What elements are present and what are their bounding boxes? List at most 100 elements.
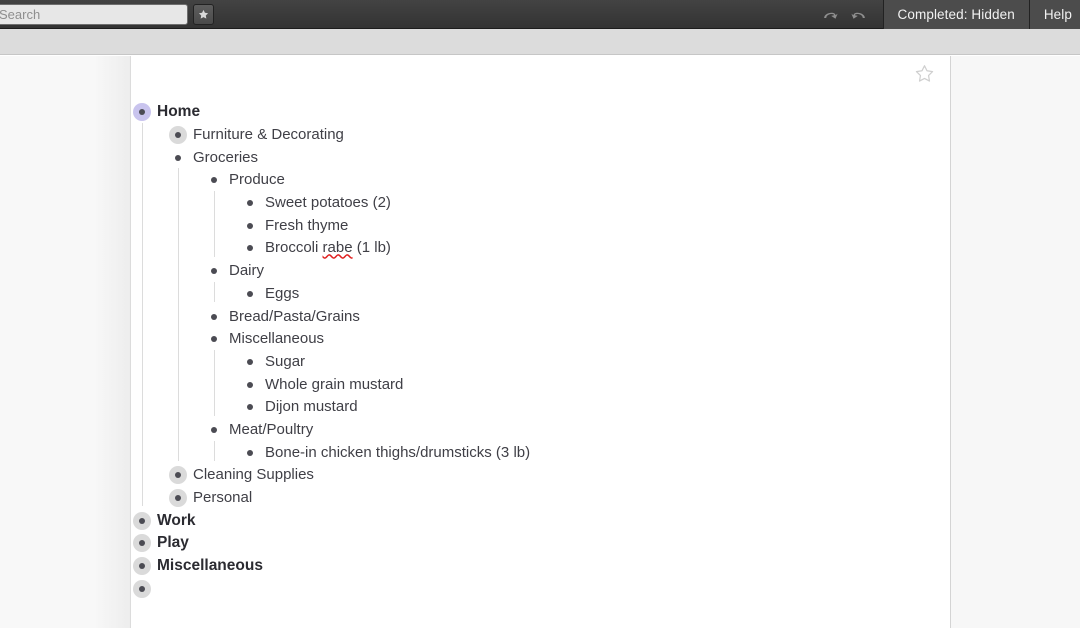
bullet-button[interactable]: [131, 101, 153, 123]
bullet-button[interactable]: [239, 351, 261, 373]
outline-node: Eggs: [239, 283, 950, 306]
outline-row[interactable]: Whole grain mustard: [239, 373, 950, 396]
bullet-button[interactable]: [203, 419, 225, 441]
outline-item-label[interactable]: Produce: [225, 170, 285, 190]
favorite-star-button[interactable]: [914, 63, 936, 85]
bullet-button[interactable]: [167, 487, 189, 509]
outline-row[interactable]: Broccoli rabe (1 lb): [239, 237, 950, 260]
bullet-button[interactable]: [131, 578, 153, 600]
redo-button[interactable]: [849, 5, 869, 25]
bullet-dot-icon: [247, 290, 253, 297]
help-button[interactable]: Help: [1028, 0, 1080, 29]
outline-item-label[interactable]: Miscellaneous: [225, 329, 324, 349]
outline-guide-line: [177, 168, 179, 461]
outline-row[interactable]: Eggs: [239, 283, 950, 306]
outline-item-label[interactable]: Miscellaneous: [153, 556, 263, 576]
bullet-button[interactable]: [131, 532, 153, 554]
outline-item-label[interactable]: Home: [153, 102, 200, 122]
bullet-dot-icon: [247, 381, 253, 388]
bullet-button[interactable]: [131, 510, 153, 532]
outline-item-label[interactable]: Cleaning Supplies: [189, 465, 314, 485]
search-input[interactable]: [0, 4, 188, 25]
bullet-dot-icon: [247, 222, 253, 229]
outline-row[interactable]: [131, 577, 950, 600]
outline-tree: Home Furniture & Decorating Groceries Produ…: [131, 101, 950, 600]
bullet-dot-icon: [247, 449, 253, 456]
outline-row[interactable]: Play: [131, 532, 950, 555]
outline-row[interactable]: Fresh thyme: [239, 214, 950, 237]
outline-node: Home Furniture & Decorating Groceries Produ…: [131, 101, 950, 509]
bullet-dot-icon: [175, 132, 181, 139]
app-root: Completed: Hidden Help Home Furniture & D…: [0, 0, 1080, 628]
outline-item-label[interactable]: Sugar: [261, 352, 305, 372]
outline-node: Miscellaneous: [131, 555, 950, 578]
outline-item-label[interactable]: Dijon mustard: [261, 397, 358, 417]
history-buttons: [811, 0, 883, 29]
outline-row[interactable]: Sugar: [239, 351, 950, 374]
outline-item-label[interactable]: Personal: [189, 488, 252, 508]
outline-row[interactable]: Miscellaneous: [203, 328, 950, 351]
search-area: [0, 4, 214, 25]
completed-visibility-button[interactable]: Completed: Hidden: [882, 0, 1029, 29]
outline-row[interactable]: Work: [131, 509, 950, 532]
bullet-button[interactable]: [167, 124, 189, 146]
redo-arrow-icon: [851, 12, 865, 19]
outline-node: Dairy Eggs: [203, 260, 950, 305]
bullet-button[interactable]: [239, 237, 261, 259]
outline-row[interactable]: Bread/Pasta/Grains: [203, 305, 950, 328]
outline-row[interactable]: Dairy: [203, 260, 950, 283]
outline-node: Bread/Pasta/Grains: [203, 305, 950, 328]
outline-row[interactable]: Home: [131, 101, 950, 124]
outline-item-label[interactable]: Meat/Poultry: [225, 420, 313, 440]
outline-children: Bone-in chicken thighs/drumsticks (3 lb): [239, 441, 950, 464]
bullet-button[interactable]: [239, 283, 261, 305]
outline-item-label[interactable]: Bread/Pasta/Grains: [225, 307, 360, 327]
outline-row[interactable]: Personal: [167, 487, 950, 510]
bullet-button[interactable]: [239, 374, 261, 396]
outline-item-label[interactable]: Fresh thyme: [261, 216, 348, 236]
bullet-button[interactable]: [203, 328, 225, 350]
outline-node: Bone-in chicken thighs/drumsticks (3 lb): [239, 441, 950, 464]
outline-row[interactable]: Meat/Poultry: [203, 419, 950, 442]
bullet-button[interactable]: [239, 192, 261, 214]
outline-item-label[interactable]: Dairy: [225, 261, 264, 281]
star-outline-icon: [915, 65, 934, 82]
bullet-dot-icon: [175, 154, 181, 161]
undo-button[interactable]: [821, 5, 841, 25]
outline-item-label[interactable]: Work: [153, 511, 195, 531]
bullet-button[interactable]: [167, 464, 189, 486]
outline-row[interactable]: Miscellaneous: [131, 555, 950, 578]
bullet-button[interactable]: [203, 169, 225, 191]
outline-node: Play: [131, 532, 950, 555]
bullet-button[interactable]: [203, 306, 225, 328]
outline-item-label[interactable]: Groceries: [189, 148, 258, 168]
outline-item-label[interactable]: Broccoli rabe (1 lb): [261, 238, 391, 258]
bullet-button[interactable]: [131, 555, 153, 577]
outline-item-label[interactable]: Sweet potatoes (2): [261, 193, 391, 213]
outline-guide-line: [213, 191, 215, 257]
bullet-button[interactable]: [167, 147, 189, 169]
outline-node: Sweet potatoes (2): [239, 192, 950, 215]
outline-row[interactable]: Cleaning Supplies: [167, 464, 950, 487]
outline-node: Cleaning Supplies: [167, 464, 950, 487]
bullet-button[interactable]: [203, 260, 225, 282]
completed-visibility-label: Completed: Hidden: [897, 7, 1015, 22]
bullet-button[interactable]: [239, 396, 261, 418]
outline-row[interactable]: Sweet potatoes (2): [239, 192, 950, 215]
outline-row[interactable]: Groceries: [167, 146, 950, 169]
bullet-button[interactable]: [239, 442, 261, 464]
bullet-dot-icon: [175, 495, 181, 502]
outline-row[interactable]: Bone-in chicken thighs/drumsticks (3 lb): [239, 441, 950, 464]
starred-filter-button[interactable]: [193, 4, 214, 25]
outline-item-label[interactable]: Eggs: [261, 284, 299, 304]
bullet-button[interactable]: [239, 215, 261, 237]
outline-item-label[interactable]: Bone-in chicken thighs/drumsticks (3 lb): [261, 443, 530, 463]
outline-item-label[interactable]: Whole grain mustard: [261, 375, 403, 395]
outline-row[interactable]: Produce: [203, 169, 950, 192]
outline-item-label[interactable]: Play: [153, 533, 189, 553]
outline-row[interactable]: Furniture & Decorating: [167, 124, 950, 147]
outline-row[interactable]: Dijon mustard: [239, 396, 950, 419]
outline-node: Personal: [167, 487, 950, 510]
outline-children: Produce Sweet potatoes (2) Fresh thyme Broc…: [203, 169, 950, 464]
outline-item-label[interactable]: Furniture & Decorating: [189, 125, 344, 145]
